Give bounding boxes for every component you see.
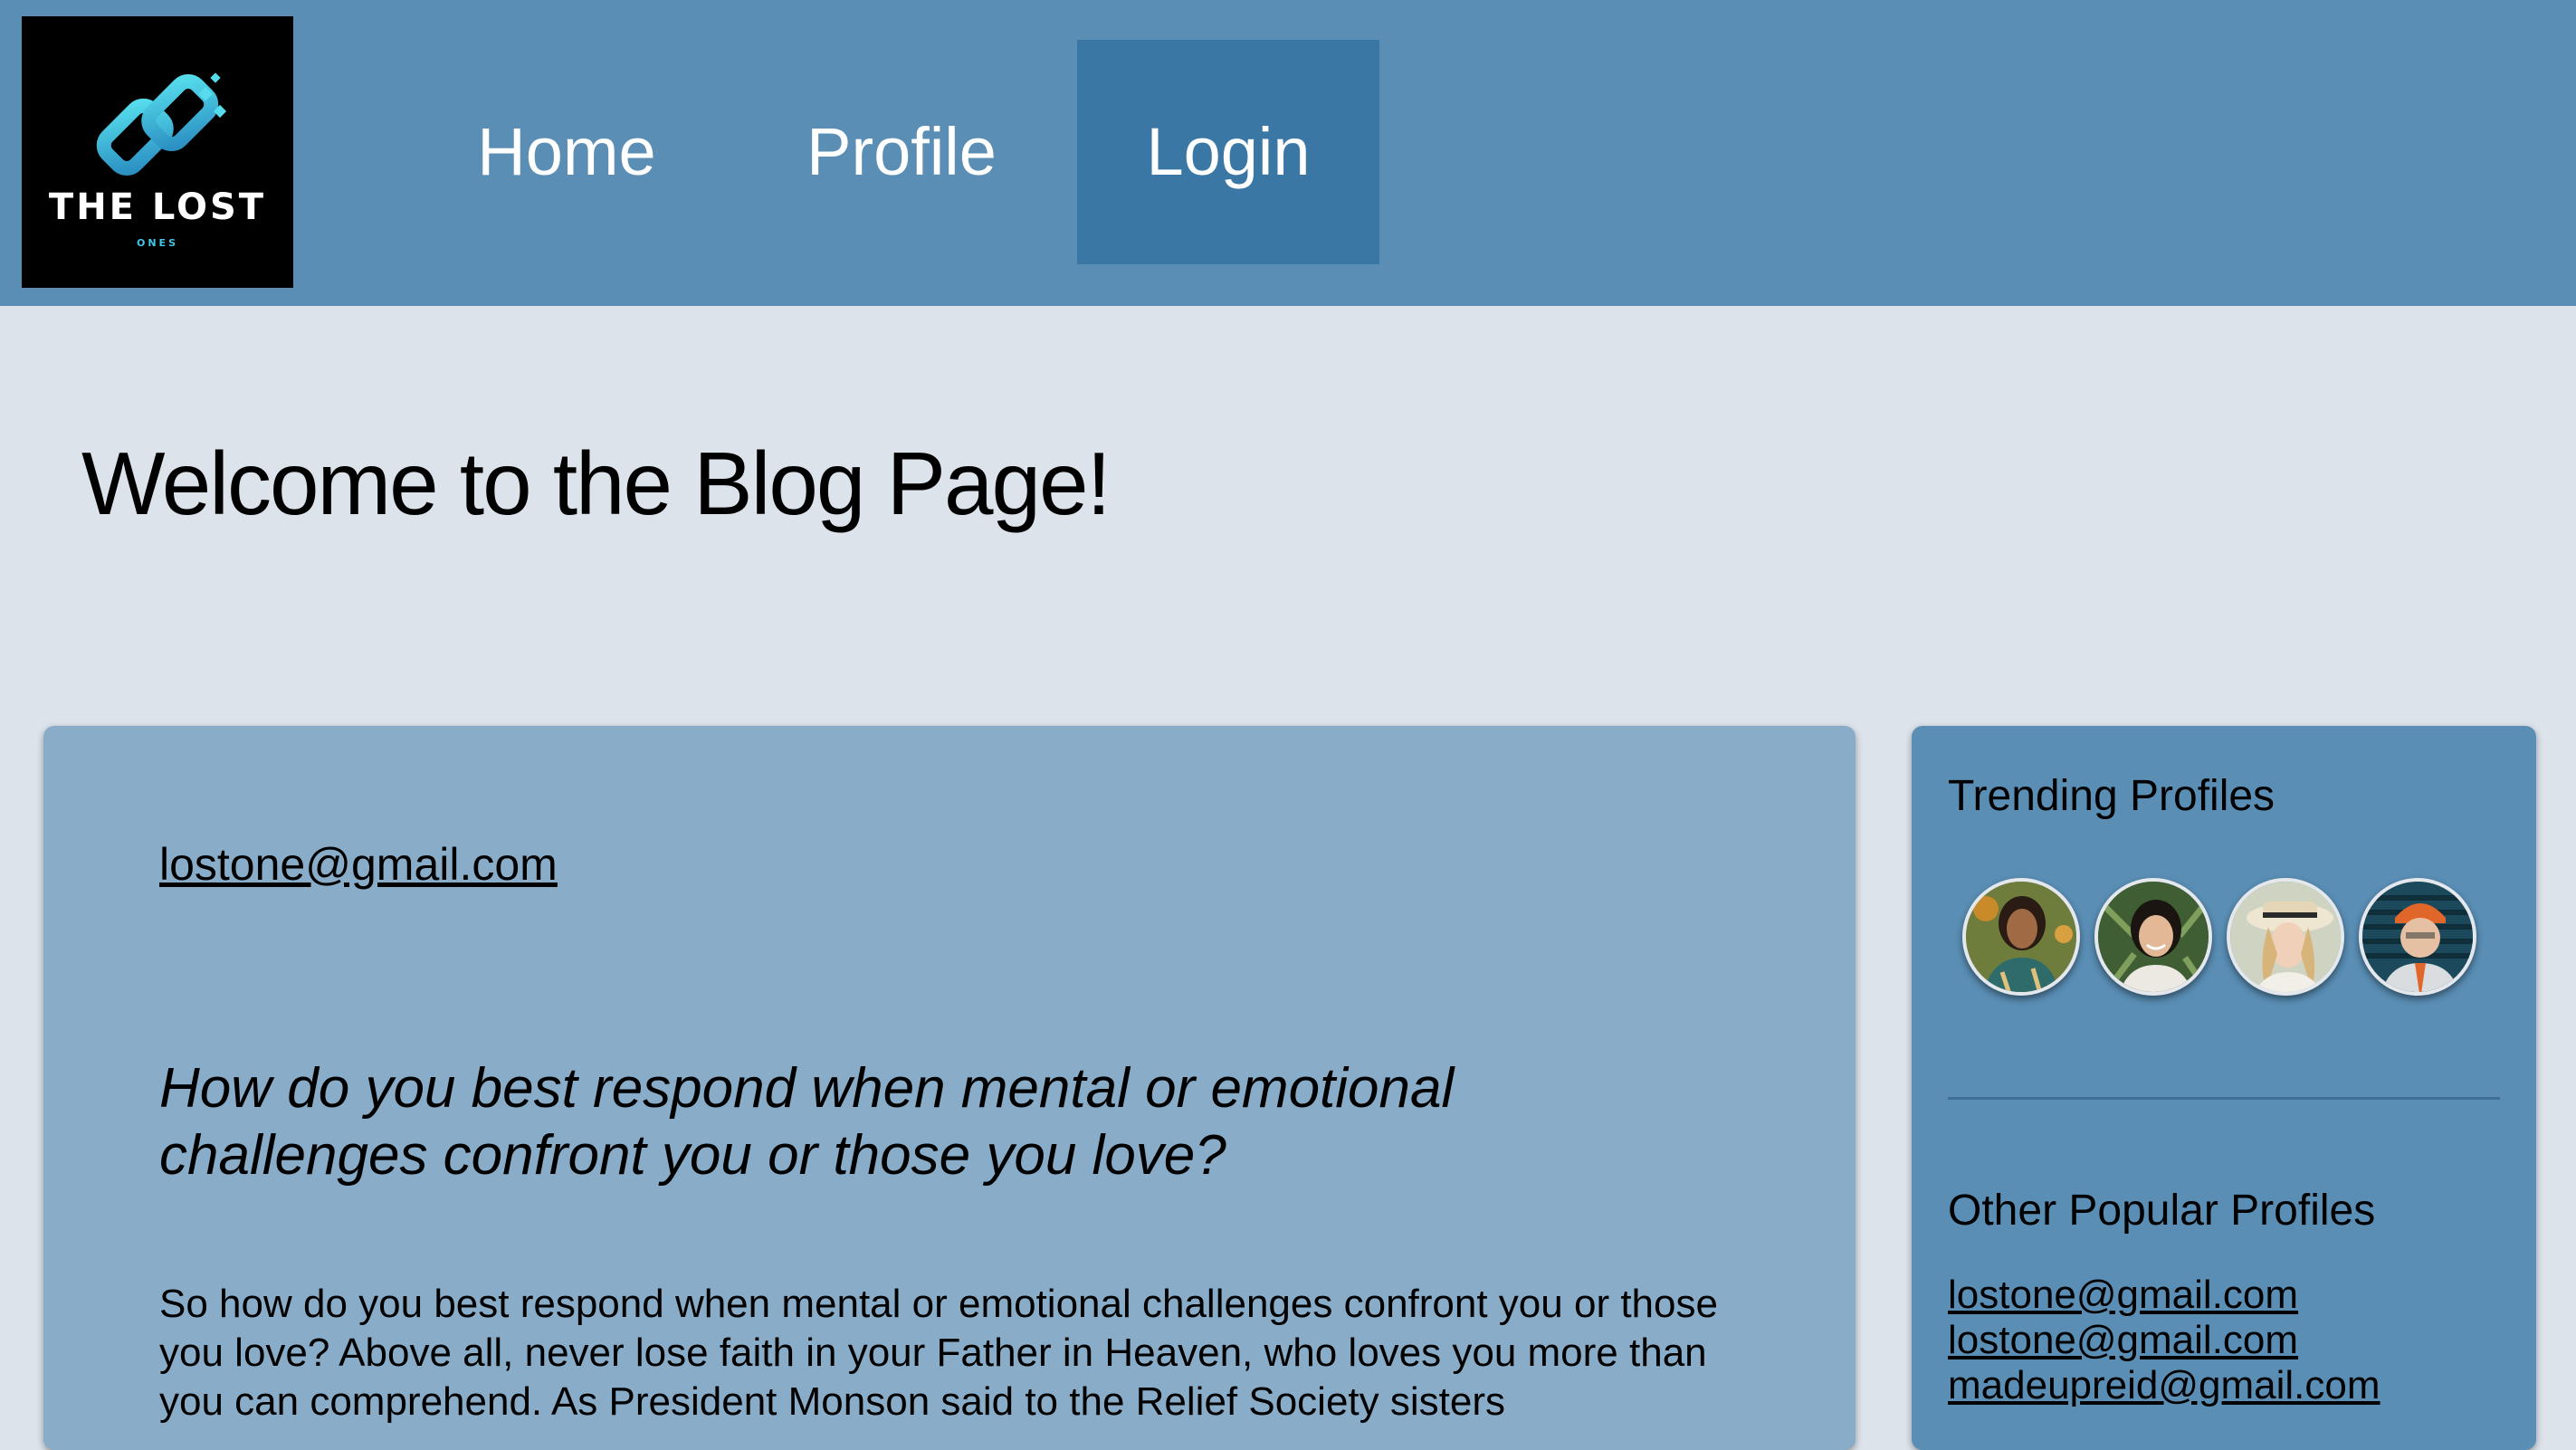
profile-avatar-icon xyxy=(2098,882,2209,992)
nav-home-link[interactable]: Home xyxy=(436,40,697,264)
top-navigation-bar: THE LOST ONES Home Profile Login xyxy=(0,0,2576,306)
profile-avatar-icon xyxy=(2362,882,2473,992)
popular-profiles-heading: Other Popular Profiles xyxy=(1948,1187,2376,1235)
site-logo[interactable]: THE LOST ONES xyxy=(22,16,293,288)
popular-profile-link[interactable]: madeupreid@gmail.com xyxy=(1948,1363,2380,1408)
nav-profile-link[interactable]: Profile xyxy=(771,40,1032,264)
profile-avatar-icon xyxy=(2230,882,2341,992)
post-title: How do you best respond when mental or e… xyxy=(159,1057,1455,1187)
trending-profile-avatar[interactable] xyxy=(2359,878,2476,996)
trending-profile-avatar[interactable] xyxy=(2227,878,2344,996)
post-author-link[interactable]: lostone@gmail.com xyxy=(159,838,558,891)
nav-login-link[interactable]: Login xyxy=(1077,40,1379,264)
popular-profile-link[interactable]: lostone@gmail.com xyxy=(1948,1318,2380,1363)
popular-profile-link[interactable]: lostone@gmail.com xyxy=(1948,1273,2380,1318)
logo-subtitle: ONES xyxy=(137,237,178,249)
trending-profile-avatar[interactable] xyxy=(2094,878,2212,996)
trending-avatars xyxy=(1962,878,2505,1005)
trending-profiles-heading: Trending Profiles xyxy=(1948,772,2275,820)
page-title: Welcome to the Blog Page! xyxy=(81,434,1111,533)
profiles-sidebar: Trending Profiles Other Popular Profiles… xyxy=(1912,726,2536,1450)
post-body: So how do you best respond when mental o… xyxy=(159,1282,1718,1424)
logo-title: THE LOST xyxy=(48,186,267,228)
sidebar-divider xyxy=(1948,1097,2500,1100)
trending-profile-avatar[interactable] xyxy=(1962,878,2080,996)
popular-profiles-list: lostone@gmail.com lostone@gmail.com made… xyxy=(1948,1273,2380,1408)
blog-post-card: lostone@gmail.com How do you best respon… xyxy=(43,726,1856,1450)
profile-avatar-icon xyxy=(1966,882,2076,992)
